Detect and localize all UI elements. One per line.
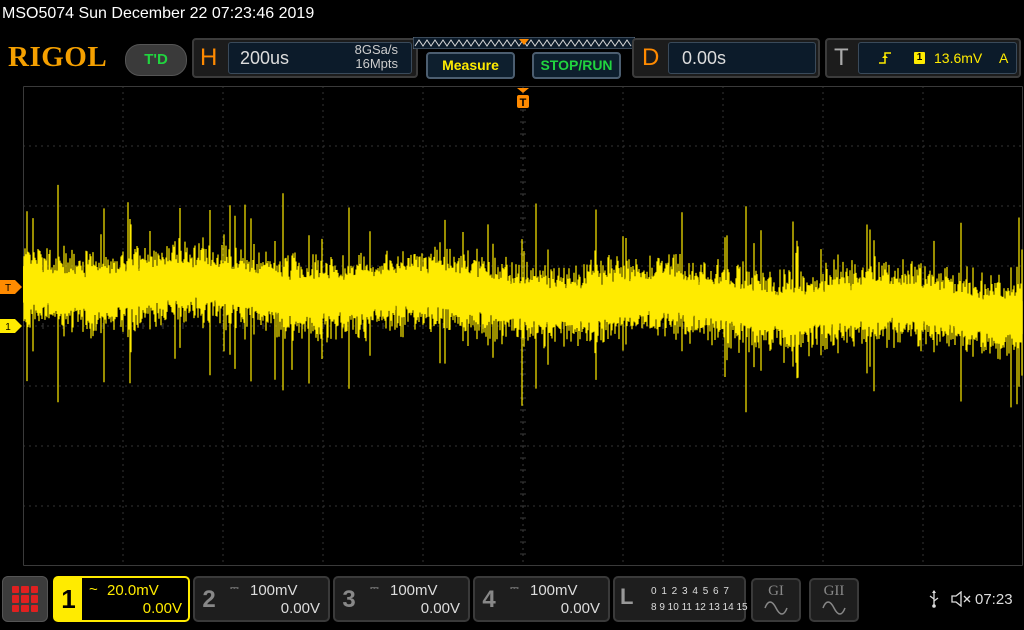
- generator2-button[interactable]: GII: [809, 578, 859, 622]
- trigger-position-marker[interactable]: T: [515, 86, 531, 110]
- sine-wave-icon: [764, 601, 788, 615]
- trigger-mode: A: [999, 50, 1009, 66]
- trigger-edge-icon: [879, 52, 891, 64]
- channel1-offset: 0.00V: [142, 600, 182, 617]
- channel2-scale: 100mV: [250, 582, 298, 599]
- dc-coupling-icon: ⎓: [370, 582, 379, 594]
- trigger-level-marker[interactable]: T: [0, 280, 22, 294]
- channel1-number: 1: [61, 584, 76, 614]
- trigger-source-badge: 1: [914, 52, 925, 64]
- svg-text:T: T: [5, 283, 11, 294]
- svg-text:T: T: [520, 97, 527, 109]
- channel1-offset-marker[interactable]: 1: [0, 319, 22, 333]
- rigol-logo: RIGOL: [8, 41, 108, 73]
- usb-icon: [929, 590, 939, 608]
- logic-channels-high: 8 9 10 11 12 13 14 15: [651, 602, 748, 613]
- dc-coupling-icon: ⎓: [230, 582, 239, 594]
- system-clock: 07:23: [975, 591, 1013, 608]
- stop-run-button[interactable]: STOP/RUN: [532, 52, 621, 79]
- channel2-offset: 0.00V: [280, 600, 320, 617]
- trigger-level: 13.6mV: [934, 50, 983, 66]
- horizontal-letter: H: [200, 44, 218, 71]
- window-title: MSO5074 Sun December 22 07:23:46 2019: [2, 5, 315, 22]
- logic-channels-low: 0 1 2 3 4 5 6 7: [651, 586, 730, 597]
- acquisition-info: 8GSa/s 16Mpts: [330, 43, 398, 71]
- generator1-label: GI: [768, 583, 784, 599]
- svg-text:1: 1: [5, 322, 11, 333]
- dc-coupling-icon: ⎓: [510, 582, 519, 594]
- channel4-offset: 0.00V: [560, 600, 600, 617]
- channel4-scale: 100mV: [530, 582, 578, 599]
- run-state-badge[interactable]: T'D: [125, 44, 187, 76]
- generator2-label: GII: [823, 583, 845, 599]
- trigger-letter: T: [834, 44, 849, 71]
- menu-icon: [12, 586, 38, 612]
- channel3-offset: 0.00V: [420, 600, 460, 617]
- memory-depth: 16Mpts: [355, 56, 398, 71]
- waveform-display[interactable]: [23, 86, 1023, 566]
- sine-wave-icon: ~: [89, 581, 98, 598]
- measure-button[interactable]: Measure: [426, 52, 515, 79]
- channel3-scale: 100mV: [390, 582, 438, 599]
- channel1-scale: 20.0mV: [107, 582, 159, 599]
- channel4-number: 4: [482, 586, 496, 613]
- speaker-muted-icon[interactable]: [951, 591, 971, 607]
- channel2-number: 2: [202, 586, 216, 613]
- sample-rate: 8GSa/s: [354, 42, 398, 57]
- timebase-value: 200us: [240, 48, 290, 68]
- generator1-button[interactable]: GI: [751, 578, 801, 622]
- delay-letter: D: [642, 44, 660, 71]
- delay-value: 0.00s: [682, 48, 727, 68]
- memory-position-strip[interactable]: [413, 37, 635, 49]
- channel3-number: 3: [342, 586, 356, 613]
- logic-letter: L: [620, 584, 634, 609]
- sine-wave-icon: [822, 601, 846, 615]
